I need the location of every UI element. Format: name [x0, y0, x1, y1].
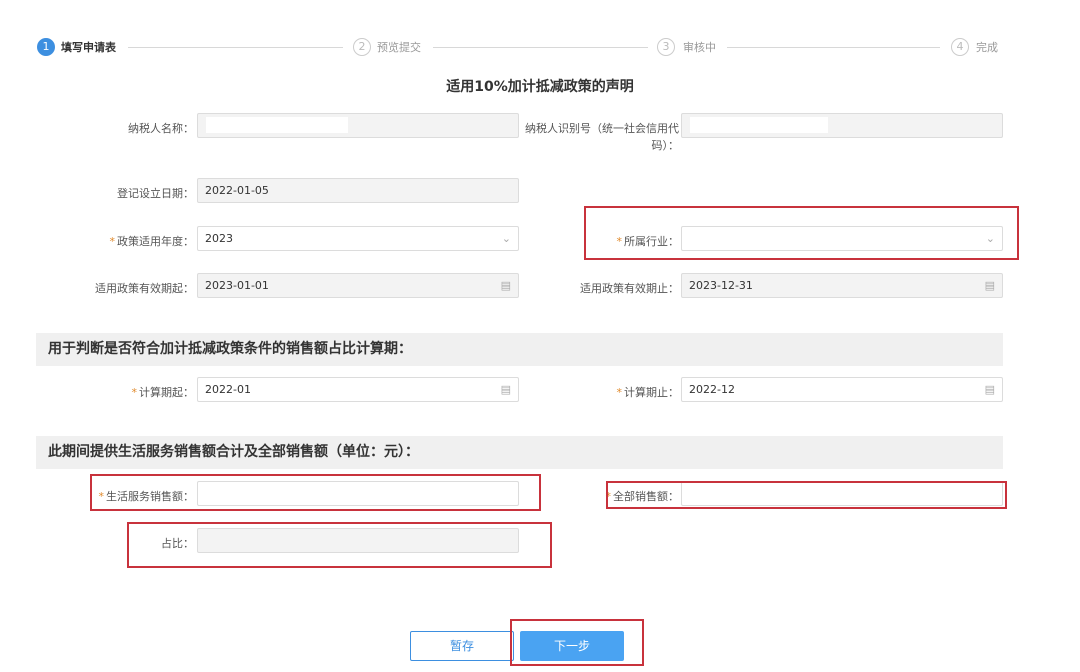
calendar-icon: ▤: [500, 279, 511, 292]
section-sales-title: 此期间提供生活服务销售额合计及全部销售额（单位：元）：: [36, 436, 1003, 469]
required-mark: *: [131, 386, 138, 399]
calc-from-label: * 计算期起：: [131, 386, 195, 399]
redacted-mask: [690, 117, 828, 133]
calendar-icon: ▤: [500, 383, 511, 396]
step-4-label: 完成: [976, 41, 998, 54]
section-calc-period-title: 用于判断是否符合加计抵减政策条件的销售额占比计算期：: [36, 333, 1003, 366]
form-title: 适用10%加计抵减政策的声明: [446, 79, 634, 95]
save-draft-button[interactable]: 暂存: [410, 631, 514, 661]
step-3-label: 审核中: [683, 41, 716, 54]
calc-from-date-input[interactable]: 2022-01 ▤: [197, 377, 519, 402]
calendar-icon: ▤: [984, 383, 995, 396]
register-date-label: 登记设立日期：: [117, 187, 194, 200]
valid-to-value: 2023-12-31: [689, 279, 753, 292]
redacted-mask: [206, 117, 348, 133]
calc-from-value: 2022-01: [205, 383, 251, 396]
taxpayer-name-field: [197, 113, 519, 138]
highlight-box: [606, 481, 1007, 509]
policy-year-value: 2023: [205, 232, 233, 245]
register-date-field: 2022-01-05: [197, 178, 519, 203]
calc-to-label: * 计算期止：: [616, 386, 680, 399]
step-2-label: 预览提交: [377, 41, 421, 54]
valid-from-field: 2023-01-01 ▤: [197, 273, 519, 298]
taxpayer-id-field: [681, 113, 1003, 138]
highlight-box: [510, 619, 644, 666]
taxpayer-name-label: 纳税人名称：: [128, 122, 194, 135]
step-1-label: 填写申请表: [61, 41, 116, 54]
step-3-number: 3: [657, 38, 675, 56]
calendar-icon: ▤: [984, 279, 995, 292]
calc-to-value: 2022-12: [689, 383, 735, 396]
chevron-down-icon: ⌄: [501, 232, 511, 245]
valid-to-field: 2023-12-31 ▤: [681, 273, 1003, 298]
step-4-number: 4: [951, 38, 969, 56]
highlight-box: [127, 522, 552, 568]
calc-to-date-input[interactable]: 2022-12 ▤: [681, 377, 1003, 402]
valid-from-label: 适用政策有效期起：: [95, 282, 194, 295]
step-1-number: 1: [37, 38, 55, 56]
required-mark: *: [109, 235, 116, 248]
valid-from-value: 2023-01-01: [205, 279, 269, 292]
required-mark: *: [616, 386, 623, 399]
highlight-box: [584, 206, 1019, 260]
step-divider: [727, 47, 940, 48]
highlight-box: [90, 474, 541, 511]
policy-year-label: * 政策适用年度：: [109, 235, 195, 248]
valid-to-label: 适用政策有效期止：: [580, 282, 679, 295]
step-divider: [128, 47, 343, 48]
step-2-number: 2: [353, 38, 371, 56]
step-divider: [433, 47, 648, 48]
policy-year-select[interactable]: 2023 ⌄: [197, 226, 519, 251]
taxpayer-id-label: 纳税人识别号（统一社会信用代码）：: [525, 122, 679, 152]
